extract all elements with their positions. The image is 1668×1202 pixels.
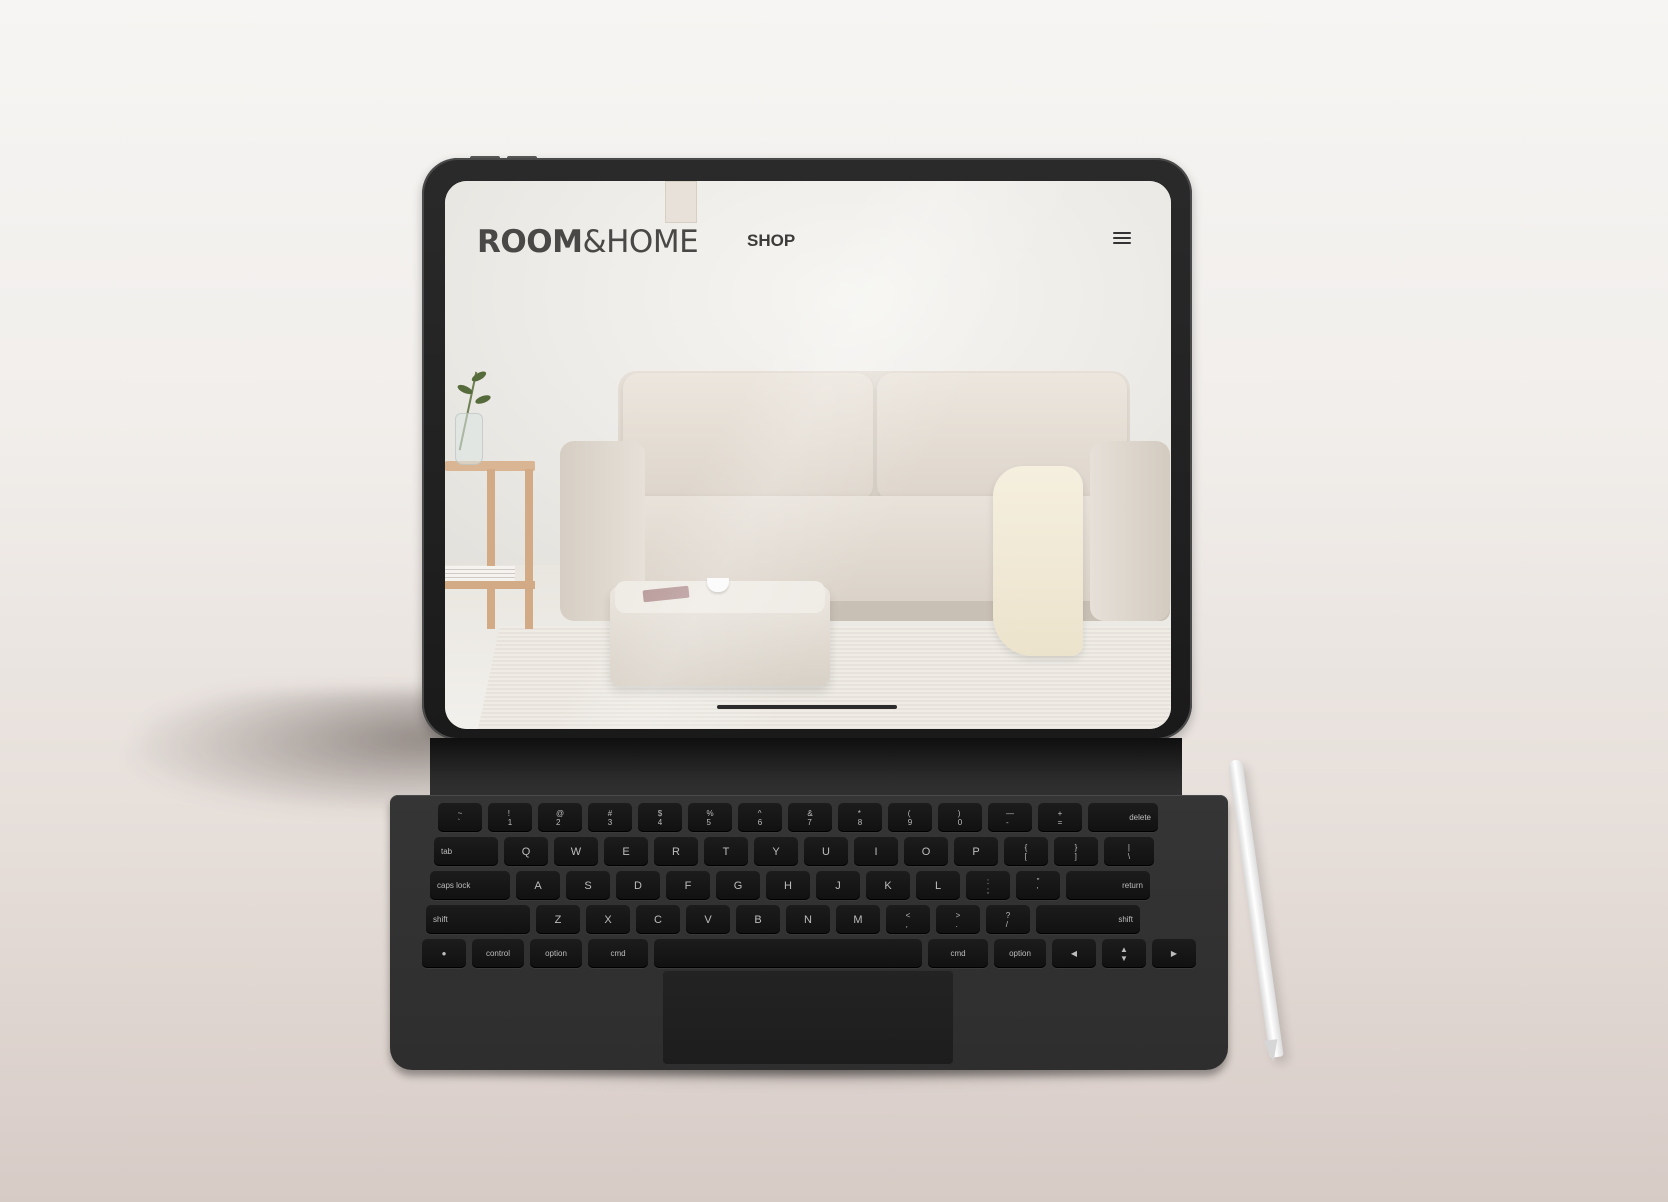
arrow-left-icon[interactable]: ◀: [1052, 939, 1096, 968]
key[interactable]: A: [516, 871, 560, 900]
key[interactable]: # 3: [588, 803, 632, 832]
key[interactable]: ^ 6: [738, 803, 782, 832]
key-cmd-right[interactable]: cmd: [928, 939, 988, 968]
side-table-leg: [487, 469, 495, 629]
side-table-leg: [525, 469, 533, 629]
key-row-qwerty: tab Q W E R T Y U I O P { [ } ] | \: [434, 837, 1154, 866]
arrow-right-icon[interactable]: ▶: [1152, 939, 1196, 968]
key[interactable]: F: [666, 871, 710, 900]
key[interactable]: Z: [536, 905, 580, 934]
key[interactable]: ? /: [986, 905, 1030, 934]
site-logo[interactable]: ROOM&HOME: [477, 224, 699, 260]
key[interactable]: Q: [504, 837, 548, 866]
key[interactable]: T: [704, 837, 748, 866]
key[interactable]: P: [954, 837, 998, 866]
logo-room: ROOM: [477, 224, 583, 260]
sofa-cushion: [623, 373, 873, 501]
globe-key[interactable]: ●: [422, 939, 466, 968]
stylus-tip: [1263, 1039, 1281, 1063]
menu-bar: [1113, 242, 1131, 244]
key[interactable]: J: [816, 871, 860, 900]
key[interactable]: ~ `: [438, 803, 482, 832]
key-row-bottom-letters: shift Z X C V B N M < , > . ? / shift: [426, 905, 1140, 934]
hamburger-icon[interactable]: [1113, 232, 1131, 246]
key-return[interactable]: return: [1066, 871, 1150, 900]
key[interactable]: K: [866, 871, 910, 900]
key[interactable]: ! 1: [488, 803, 532, 832]
site-header: ROOM&HOME SHOP: [445, 181, 1171, 271]
throw-blanket: [993, 466, 1083, 656]
key[interactable]: C: [636, 905, 680, 934]
key-shift-left[interactable]: shift: [426, 905, 530, 934]
key[interactable]: : ;: [966, 871, 1010, 900]
key-cmd-left[interactable]: cmd: [588, 939, 648, 968]
key-tab[interactable]: tab: [434, 837, 498, 866]
keyboard-hinge: [430, 738, 1182, 802]
side-table-shelf: [445, 581, 535, 589]
key[interactable]: ) 0: [938, 803, 982, 832]
key-row-numbers: ~ ` ! 1 @ 2 # 3 $ 4 % 5 ^ 6 & 7 * 8 ( 9 …: [438, 803, 1158, 832]
trackpad[interactable]: [662, 970, 954, 1065]
key[interactable]: X: [586, 905, 630, 934]
key[interactable]: % 5: [688, 803, 732, 832]
key[interactable]: & 7: [788, 803, 832, 832]
key-row-modifiers: ● control option cmd cmd option ◀ ▲ ▼ ▶: [422, 939, 1196, 968]
tablet-screen: ROOM&HOME SHOP: [445, 181, 1171, 729]
magazines: [445, 566, 515, 581]
key[interactable]: G: [716, 871, 760, 900]
key[interactable]: O: [904, 837, 948, 866]
key[interactable]: | \: [1104, 837, 1154, 866]
key[interactable]: < ,: [886, 905, 930, 934]
key[interactable]: $ 4: [638, 803, 682, 832]
key-option-left[interactable]: option: [530, 939, 582, 968]
key-delete[interactable]: delete: [1088, 803, 1158, 832]
key[interactable]: H: [766, 871, 810, 900]
key[interactable]: D: [616, 871, 660, 900]
key[interactable]: ( 9: [888, 803, 932, 832]
key[interactable]: Y: [754, 837, 798, 866]
key[interactable]: I: [854, 837, 898, 866]
key[interactable]: " ': [1016, 871, 1060, 900]
glass-vase: [455, 413, 483, 465]
key[interactable]: U: [804, 837, 848, 866]
key[interactable]: V: [686, 905, 730, 934]
arrow-up-down-icon[interactable]: ▲ ▼: [1102, 939, 1146, 968]
key-space[interactable]: [654, 939, 922, 968]
key[interactable]: S: [566, 871, 610, 900]
key[interactable]: M: [836, 905, 880, 934]
key[interactable]: L: [916, 871, 960, 900]
key[interactable]: + =: [1038, 803, 1082, 832]
key[interactable]: — -: [988, 803, 1032, 832]
home-indicator[interactable]: [717, 705, 897, 709]
key-option-right[interactable]: option: [994, 939, 1046, 968]
key[interactable]: R: [654, 837, 698, 866]
menu-bar: [1113, 237, 1131, 239]
key-shift-right[interactable]: shift: [1036, 905, 1140, 934]
key[interactable]: N: [786, 905, 830, 934]
key-control[interactable]: control: [472, 939, 524, 968]
key[interactable]: B: [736, 905, 780, 934]
sofa-arm-right: [1090, 441, 1170, 621]
menu-bar: [1113, 232, 1131, 234]
key[interactable]: > .: [936, 905, 980, 934]
key-row-home: caps lock A S D F G H J K L : ; " ' retu…: [430, 871, 1150, 900]
nav-link-shop[interactable]: SHOP: [747, 231, 795, 251]
key[interactable]: * 8: [838, 803, 882, 832]
stylus-pencil: [1228, 759, 1284, 1059]
key[interactable]: E: [604, 837, 648, 866]
key[interactable]: @ 2: [538, 803, 582, 832]
key-caps-lock[interactable]: caps lock: [430, 871, 510, 900]
logo-home: HOME: [606, 224, 699, 260]
logo-ampersand: &: [582, 224, 607, 260]
key[interactable]: { [: [1004, 837, 1048, 866]
key[interactable]: } ]: [1054, 837, 1098, 866]
key[interactable]: W: [554, 837, 598, 866]
